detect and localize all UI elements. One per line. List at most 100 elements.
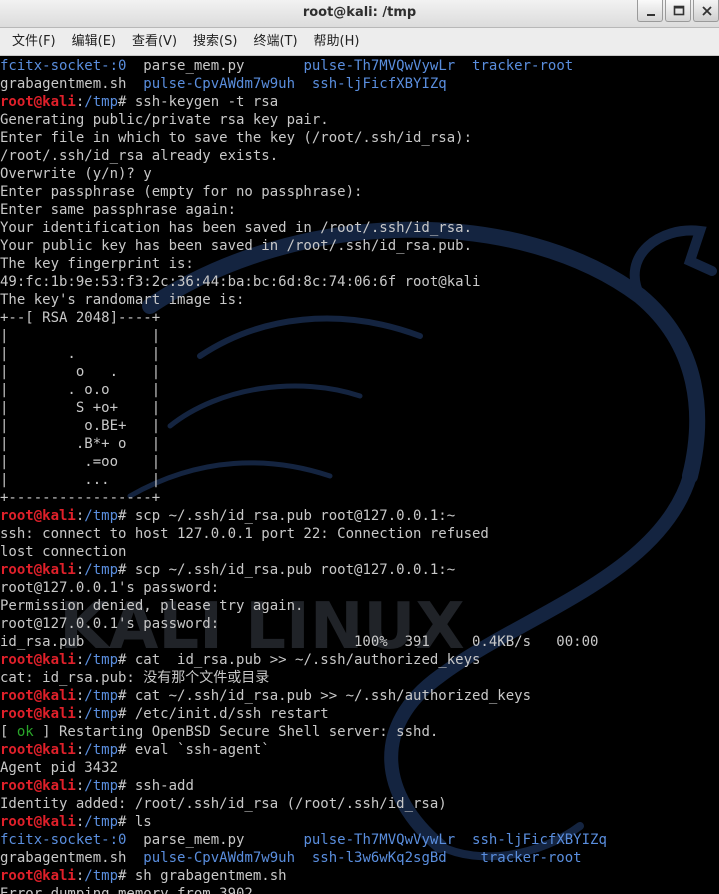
- terminal-line: +-----------------+: [0, 489, 607, 507]
- output-text: # eval `ssh-agent`: [118, 742, 270, 758]
- path-or-dir-text: /tmp: [84, 688, 119, 704]
- terminal-line: root@kali:/tmp# cat id_rsa.pub >> ~/.ssh…: [0, 651, 607, 669]
- menu-search[interactable]: 搜索(S): [185, 29, 245, 55]
- prompt-user: root@kali: [0, 814, 76, 830]
- output-text: Overwrite (y/n)? y: [0, 166, 152, 182]
- menu-file[interactable]: 文件(F): [4, 29, 64, 55]
- terminal-line: +--[ RSA 2048]----+: [0, 309, 607, 327]
- output-text: Identity added: /root/.ssh/id_rsa (/root…: [0, 796, 447, 812]
- output-text: cat: id_rsa.pub: 没有那个文件或目录: [0, 670, 270, 686]
- terminal-line: | o.BE+ |: [0, 417, 607, 435]
- prompt-user: root@kali: [0, 778, 76, 794]
- prompt-user: root@kali: [0, 742, 76, 758]
- terminal-line: | .=oo |: [0, 453, 607, 471]
- output-text: ssh: connect to host 127.0.0.1 port 22: …: [0, 526, 489, 542]
- output-text: Error dumping memory from 3902: [0, 886, 253, 894]
- window-title: root@kali: /tmp: [302, 5, 417, 20]
- menu-view[interactable]: 查看(V): [124, 29, 185, 55]
- terminal-line: Generating public/private rsa key pair.: [0, 111, 607, 129]
- terminal-line: cat: id_rsa.pub: 没有那个文件或目录: [0, 669, 607, 687]
- terminal-line: fcitx-socket-:0 parse_mem.py pulse-Th7MV…: [0, 57, 607, 75]
- terminal-line: | S +o+ |: [0, 399, 607, 417]
- output-text: | . o.o |: [0, 382, 161, 398]
- terminal-line: Your identification has been saved in /r…: [0, 219, 607, 237]
- terminal-line: ssh: connect to host 127.0.0.1 port 22: …: [0, 525, 607, 543]
- prompt-user: root@kali: [0, 562, 76, 578]
- terminal-line: Enter passphrase (empty for no passphras…: [0, 183, 607, 201]
- path-or-dir-text: fcitx-socket-:0: [0, 832, 127, 848]
- terminal-line: Overwrite (y/n)? y: [0, 165, 607, 183]
- terminal-line: root@kali:/tmp# ls: [0, 813, 607, 831]
- terminal-line: | . |: [0, 345, 607, 363]
- prompt-user: root@kali: [0, 706, 76, 722]
- terminal-line: root@kali:/tmp# scp ~/.ssh/id_rsa.pub ro…: [0, 507, 607, 525]
- terminal-line: | .B*+ o |: [0, 435, 607, 453]
- terminal-line: root@kali:/tmp# ssh-add: [0, 777, 607, 795]
- terminal-line: root@127.0.0.1's password:: [0, 615, 607, 633]
- terminal-line: | |: [0, 327, 607, 345]
- terminal-line: Enter file in which to save the key (/ro…: [0, 129, 607, 147]
- path-or-dir-text: /tmp: [84, 652, 119, 668]
- terminal-output: fcitx-socket-:0 parse_mem.py pulse-Th7MV…: [0, 57, 607, 894]
- output-text: # scp ~/.ssh/id_rsa.pub root@127.0.0.1:~: [118, 508, 456, 524]
- output-text: | . |: [0, 346, 161, 362]
- output-text: | S +o+ |: [0, 400, 161, 416]
- output-text: | o.BE+ |: [0, 418, 161, 434]
- menu-bar: 文件(F) 编辑(E) 查看(V) 搜索(S) 终端(T) 帮助(H): [0, 28, 719, 56]
- menu-edit[interactable]: 编辑(E): [64, 29, 124, 55]
- output-text: # ssh-add: [118, 778, 194, 794]
- title-bar: root@kali: /tmp: [0, 0, 719, 28]
- output-text: +-----------------+: [0, 490, 161, 506]
- terminal-line: /root/.ssh/id_rsa already exists.: [0, 147, 607, 165]
- output-text: +--[ RSA 2048]----+: [0, 310, 161, 326]
- output-text: # /etc/init.d/ssh restart: [118, 706, 329, 722]
- prompt-user: root@kali: [0, 94, 76, 110]
- terminal-line: Error dumping memory from 3902: [0, 885, 607, 894]
- output-text: Your identification has been saved in /r…: [0, 220, 473, 236]
- output-text: lost connection: [0, 544, 127, 560]
- terminal-line: The key's randomart image is:: [0, 291, 607, 309]
- path-or-dir-text: pulse-Th7MVQwVywLr ssh-ljFicfXBYIZq: [303, 832, 607, 848]
- terminal-line: Agent pid 3432: [0, 759, 607, 777]
- prompt-user: root@kali: [0, 688, 76, 704]
- terminal-line: root@kali:/tmp# sh grabagentmem.sh: [0, 867, 607, 885]
- terminal-area[interactable]: KALI LINUX fcitx-socket-:0 parse_mem.py …: [0, 56, 719, 894]
- path-or-dir-text: pulse-CpvAWdm7w9uh ssh-l3w6wKq2sgBd trac…: [143, 850, 582, 866]
- menu-help[interactable]: 帮助(H): [306, 29, 368, 55]
- path-or-dir-text: fcitx-socket-:0: [0, 58, 127, 74]
- maximize-button[interactable]: [665, 0, 691, 22]
- path-or-dir-text: /tmp: [84, 814, 119, 830]
- prompt-user: root@kali: [0, 508, 76, 524]
- output-text: | o . |: [0, 364, 161, 380]
- minimize-button[interactable]: [637, 0, 663, 22]
- terminal-line: [ ok ] Restarting OpenBSD Secure Shell s…: [0, 723, 607, 741]
- output-text: # cat ~/.ssh/id_rsa.pub >> ~/.ssh/author…: [118, 688, 532, 704]
- output-text: parse_mem.py: [126, 58, 304, 74]
- output-text: # ssh-keygen -t rsa: [118, 94, 279, 110]
- output-text: Your public key has been saved in /root/…: [0, 238, 473, 254]
- output-text: # sh grabagentmem.sh: [118, 868, 287, 884]
- terminal-line: root@kali:/tmp# scp ~/.ssh/id_rsa.pub ro…: [0, 561, 607, 579]
- terminal-line: root@kali:/tmp# /etc/init.d/ssh restart: [0, 705, 607, 723]
- output-text: | |: [0, 328, 161, 344]
- terminal-line: grabagentmem.sh pulse-CpvAWdm7w9uh ssh-l…: [0, 849, 607, 867]
- path-or-dir-text: /tmp: [84, 706, 119, 722]
- terminal-line: id_rsa.pub 100% 391 0.4KB/s 00:00: [0, 633, 607, 651]
- terminal-line: root@127.0.0.1's password:: [0, 579, 607, 597]
- prompt-user: root@kali: [0, 868, 76, 884]
- terminal-line: root@kali:/tmp# cat ~/.ssh/id_rsa.pub >>…: [0, 687, 607, 705]
- output-text: Enter same passphrase again:: [0, 202, 237, 218]
- terminal-line: lost connection: [0, 543, 607, 561]
- output-text: grabagentmem.sh: [0, 76, 144, 92]
- terminal-line: | . o.o |: [0, 381, 607, 399]
- output-text: /root/.ssh/id_rsa already exists.: [0, 148, 279, 164]
- terminal-line: Your public key has been saved in /root/…: [0, 237, 607, 255]
- menu-terminal[interactable]: 终端(T): [245, 29, 305, 55]
- minimize-icon: [647, 14, 655, 16]
- path-or-dir-text: pulse-CpvAWdm7w9uh ssh-ljFicfXBYIZq: [143, 76, 447, 92]
- output-text: ] Restarting OpenBSD Secure Shell server…: [33, 724, 439, 740]
- close-button[interactable]: [693, 0, 719, 22]
- maximize-icon: [673, 5, 685, 16]
- window-controls: [635, 0, 719, 22]
- path-or-dir-text: /tmp: [84, 562, 119, 578]
